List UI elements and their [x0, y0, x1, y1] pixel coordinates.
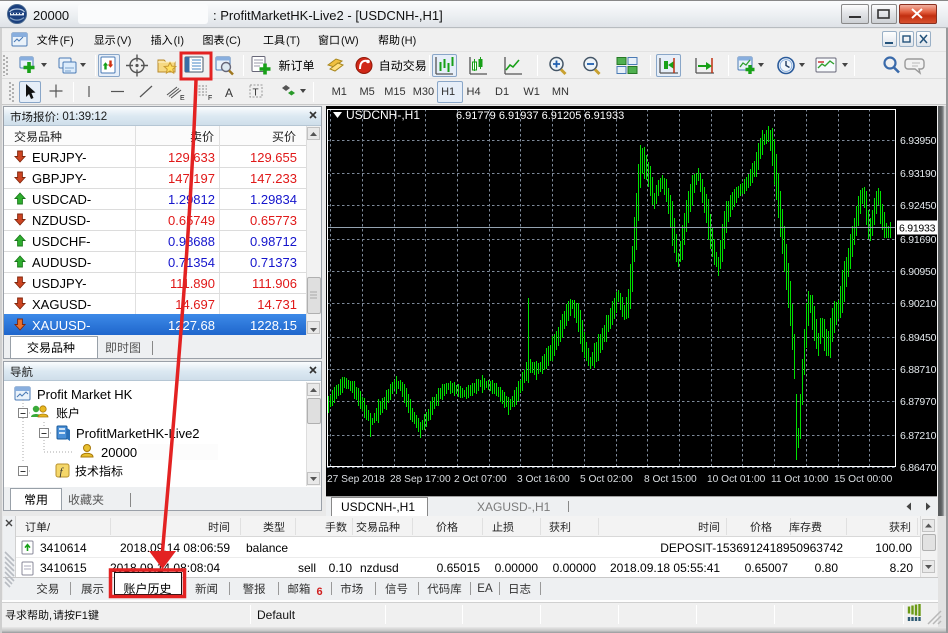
svg-text:6.90210: 6.90210 — [900, 298, 937, 310]
svg-text:6.86470: 6.86470 — [900, 462, 937, 474]
svg-text:15 Oct 00:00: 15 Oct 00:00 — [834, 474, 893, 485]
svg-text:6.87210: 6.87210 — [900, 430, 937, 442]
svg-text:3 Oct 16:00: 3 Oct 16:00 — [517, 474, 570, 485]
svg-text:28 Sep 17:00: 28 Sep 17:00 — [390, 474, 451, 485]
svg-text:6.92450: 6.92450 — [900, 200, 937, 212]
svg-text:5 Oct 02:00: 5 Oct 02:00 — [580, 474, 633, 485]
svg-text:6.90950: 6.90950 — [900, 266, 937, 278]
svg-text:6.91779 6.91937 6.91205 6.9193: 6.91779 6.91937 6.91205 6.91933 — [456, 110, 624, 122]
svg-text:2 Oct 07:00: 2 Oct 07:00 — [454, 474, 507, 485]
svg-text:6.91933: 6.91933 — [899, 223, 936, 235]
svg-text:27 Sep 2018: 27 Sep 2018 — [327, 474, 385, 485]
svg-text:6.88710: 6.88710 — [900, 364, 937, 376]
svg-text:6.91690: 6.91690 — [900, 234, 937, 246]
svg-text:8 Oct 15:00: 8 Oct 15:00 — [644, 474, 697, 485]
svg-text:6.87970: 6.87970 — [900, 396, 937, 408]
svg-text:6.93950: 6.93950 — [900, 135, 937, 147]
svg-text:6.89450: 6.89450 — [900, 332, 937, 344]
svg-text:10 Oct 01:00: 10 Oct 01:00 — [707, 474, 766, 485]
svg-text:6.93190: 6.93190 — [900, 168, 937, 180]
svg-text:11 Oct 10:00: 11 Oct 10:00 — [771, 474, 829, 485]
svg-text:USDCNH-,H1: USDCNH-,H1 — [346, 108, 420, 122]
